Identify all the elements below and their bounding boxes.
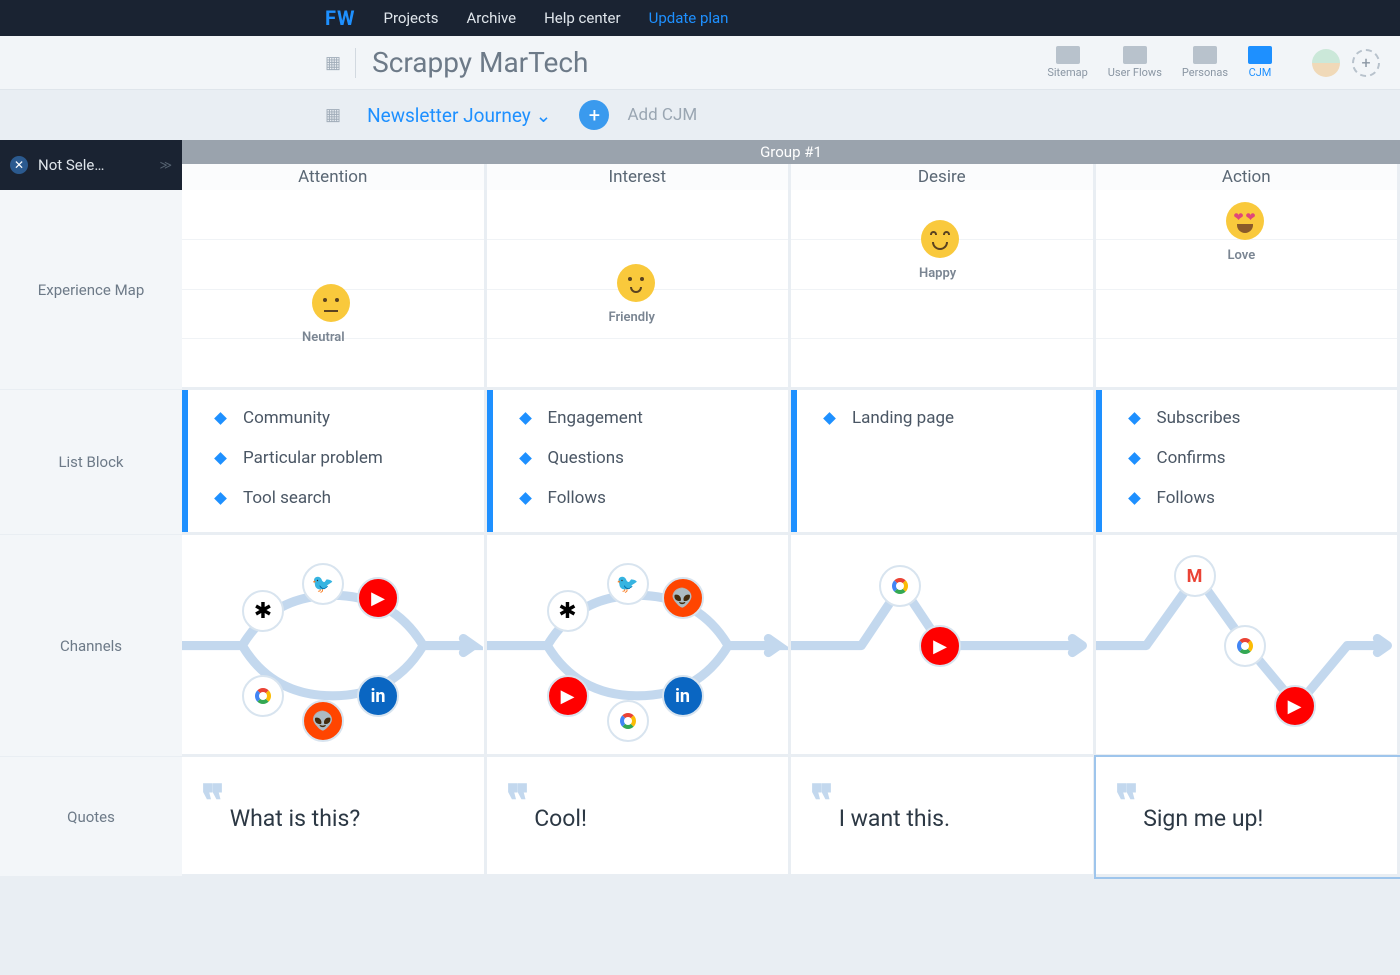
list-row: Community Particular problem Tool search… (182, 390, 1400, 535)
quote-icon: ❞ (505, 787, 529, 817)
sub-bar: ▦ Newsletter Journey ⌄ + Add CJM (0, 90, 1400, 140)
channels-row: ✱ 🐦 ▶ 👽 in ✱ 🐦 👽 ▶ in ▶ (182, 535, 1400, 757)
linkedin-icon: in (662, 675, 704, 717)
youtube-icon: ▶ (357, 577, 399, 619)
top-nav: FW Projects Archive Help center Update p… (0, 0, 1400, 36)
youtube-icon: ▶ (1274, 685, 1316, 727)
grid-icon[interactable]: ▦ (325, 53, 341, 73)
view-tabs: Sitemap User Flows Personas CJM (1047, 46, 1272, 79)
quote-cell-3[interactable]: ❞ Sign me up! (1096, 757, 1400, 877)
channel-cell-2[interactable]: ▶ (791, 535, 1096, 757)
chrome-icon (879, 565, 921, 607)
phase-desire[interactable]: Desire (791, 164, 1096, 190)
tab-userflows[interactable]: User Flows (1108, 46, 1162, 79)
nav-help[interactable]: Help center (544, 9, 620, 27)
add-cjm-label: Add CJM (627, 105, 697, 125)
row-label-experience: Experience Map (0, 190, 182, 390)
journey-dropdown[interactable]: Newsletter Journey ⌄ (367, 104, 551, 127)
group-header[interactable]: Group #1 (182, 140, 1400, 164)
add-user-button[interactable]: + (1352, 49, 1380, 77)
chrome-icon (607, 700, 649, 742)
grid-icon-2[interactable]: ▦ (325, 105, 341, 125)
row-label-channels: Channels (0, 535, 182, 757)
chevron-right-icon: ≫ (159, 158, 172, 172)
emoji-love[interactable]: ❤ ❤ (1226, 202, 1264, 240)
title-bar: ▦ Scrappy MarTech Sitemap User Flows Per… (0, 36, 1400, 90)
slack-icon: ✱ (547, 590, 589, 632)
list-cell-3[interactable]: Subscribes Confirms Follows (1096, 390, 1400, 535)
quote-icon: ❞ (1114, 787, 1138, 817)
tab-personas[interactable]: Personas (1182, 46, 1228, 79)
reddit-icon: 👽 (302, 700, 344, 742)
gmail-icon: M (1174, 555, 1216, 597)
chrome-icon (1224, 625, 1266, 667)
youtube-icon: ▶ (919, 625, 961, 667)
list-cell-0[interactable]: Community Particular problem Tool search (182, 390, 487, 535)
nav-projects[interactable]: Projects (383, 9, 438, 27)
youtube-icon: ▶ (547, 675, 589, 717)
phase-action[interactable]: Action (1096, 164, 1400, 190)
exp-cell-1[interactable]: Friendly (487, 190, 792, 390)
logo: FW (325, 6, 355, 30)
quote-icon: ❞ (200, 787, 224, 817)
avatar[interactable] (1312, 49, 1340, 77)
quote-cell-2[interactable]: ❞ I want this. (791, 757, 1096, 877)
slack-icon: ✱ (242, 590, 284, 632)
linkedin-icon: in (357, 675, 399, 717)
quotes-row: ❞ What is this? ❞ Cool! ❞ I want this. ❞… (182, 757, 1400, 877)
quote-icon: ❞ (809, 787, 833, 817)
channel-cell-3[interactable]: M ▶ (1096, 535, 1400, 757)
tab-sitemap[interactable]: Sitemap (1047, 46, 1087, 79)
row-label-list: List Block (0, 390, 182, 535)
exp-cell-2[interactable]: Happy (791, 190, 1096, 390)
project-title: Scrappy MarTech (372, 46, 1047, 79)
quote-cell-1[interactable]: ❞ Cool! (487, 757, 792, 877)
list-cell-2[interactable]: Landing page (791, 390, 1096, 535)
exp-cell-3[interactable]: ❤ ❤ Love (1096, 190, 1400, 390)
emoji-friendly[interactable] (617, 264, 655, 302)
list-cell-1[interactable]: Engagement Questions Follows (487, 390, 792, 535)
nav-archive[interactable]: Archive (466, 9, 516, 27)
reddit-icon: 👽 (662, 577, 704, 619)
tab-cjm[interactable]: CJM (1248, 46, 1272, 79)
channel-cell-1[interactable]: ✱ 🐦 👽 ▶ in (487, 535, 792, 757)
emoji-happy[interactable] (921, 220, 959, 258)
chrome-icon (242, 675, 284, 717)
emoji-neutral[interactable] (312, 284, 350, 322)
quote-cell-0[interactable]: ❞ What is this? (182, 757, 487, 877)
phase-interest[interactable]: Interest (487, 164, 792, 190)
twitter-icon: 🐦 (302, 563, 344, 605)
row-label-quotes: Quotes (0, 757, 182, 877)
persona-selector[interactable]: ✕ Not Sele… ≫ (0, 140, 182, 190)
phase-attention[interactable]: Attention (182, 164, 487, 190)
nav-update-plan[interactable]: Update plan (649, 9, 729, 27)
twitter-icon: 🐦 (607, 563, 649, 605)
add-cjm-button[interactable]: + (579, 100, 609, 130)
experience-row: Neutral Friendly Happy (182, 190, 1400, 390)
close-icon[interactable]: ✕ (10, 156, 28, 174)
channel-cell-0[interactable]: ✱ 🐦 ▶ 👽 in (182, 535, 487, 757)
exp-cell-0[interactable]: Neutral (182, 190, 487, 390)
